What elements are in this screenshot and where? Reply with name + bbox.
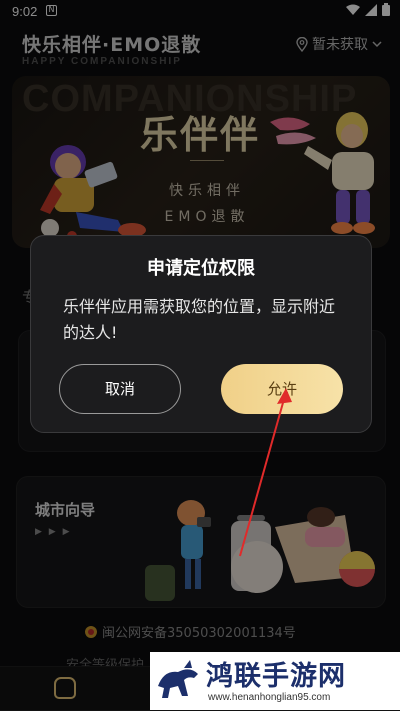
watermark-url: www.henanhonglian95.com [208, 692, 331, 703]
site-watermark: 鸿联手游网 www.henanhonglian95.com [150, 652, 400, 710]
watermark-text: 鸿联手游网 [206, 661, 346, 692]
bull-logo-icon [158, 660, 198, 698]
annotation-arrow [239, 388, 292, 557]
